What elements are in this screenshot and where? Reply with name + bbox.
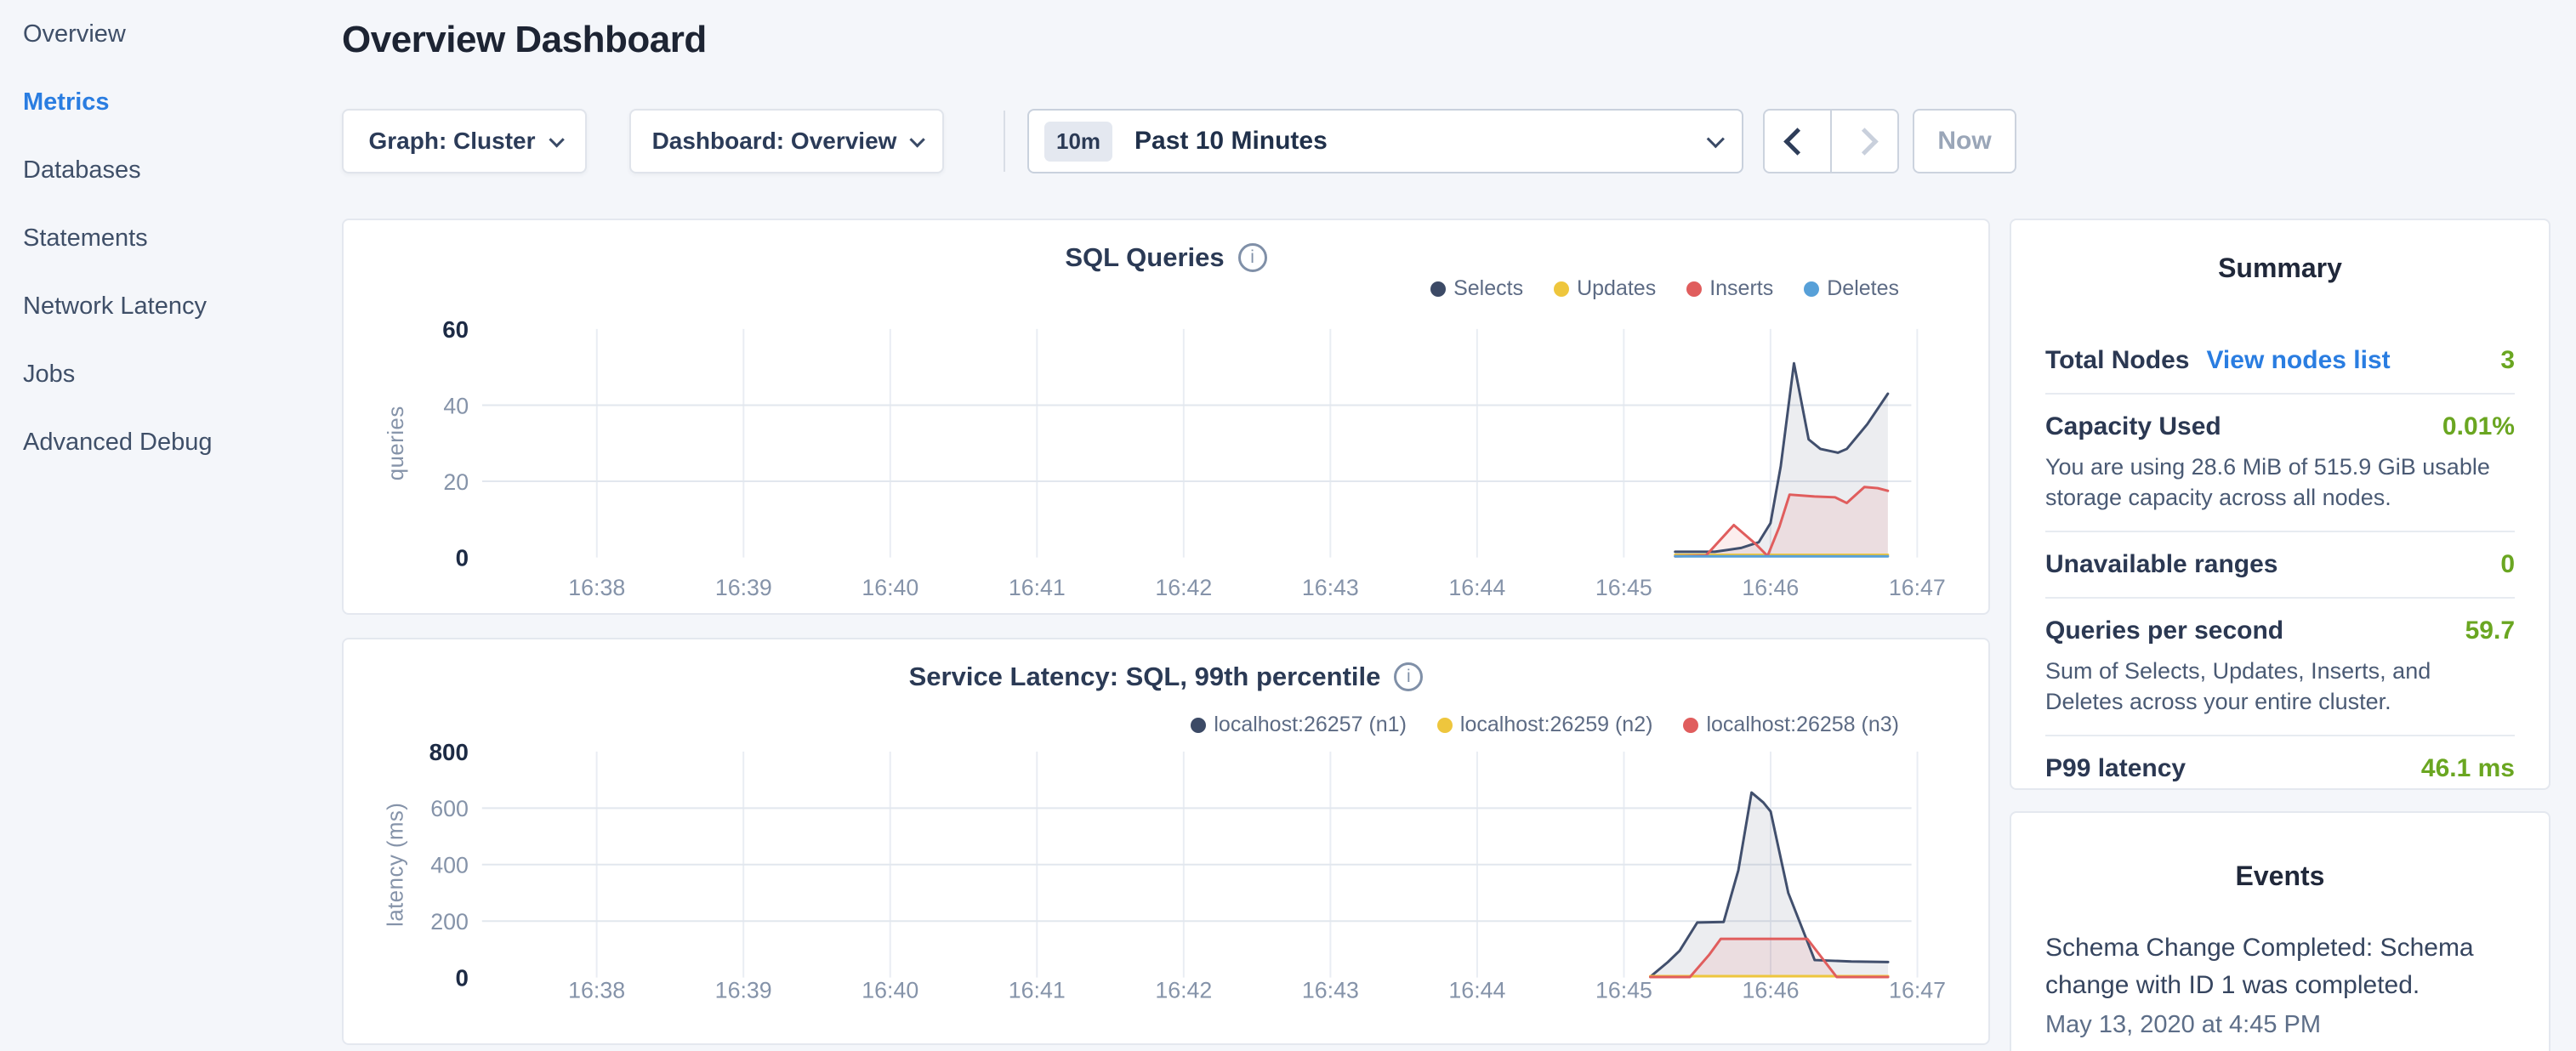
summary-label: Queries per second [2045, 616, 2283, 645]
summary-label: Capacity Used [2045, 412, 2221, 441]
dashboard-dropdown[interactable]: Dashboard: Overview [629, 109, 944, 173]
chevron-down-icon [549, 132, 564, 147]
app-root: Overview Metrics Databases Statements Ne… [0, 0, 2576, 1051]
chevron-left-icon [1783, 128, 1811, 156]
event-timestamp: May 13, 2020 at 4:45 PM [2045, 1011, 2515, 1039]
summary-subtext: You are using 28.6 MiB of 515.9 GiB usab… [2045, 452, 2515, 513]
svg-text:16:38: 16:38 [568, 977, 625, 1003]
svg-text:16:38: 16:38 [568, 575, 625, 600]
svg-text:16:40: 16:40 [862, 977, 918, 1003]
summary-label: Unavailable ranges [2045, 550, 2277, 579]
svg-text:16:46: 16:46 [1742, 575, 1799, 600]
sql-queries-chart[interactable]: 16:38 16:39 16:40 16:41 16:42 16:43 16:44 16:45… [344, 220, 1988, 613]
summary-panel: Summary Total Nodes View nodes list 3 Ca… [2010, 219, 2550, 790]
sidebar-item-jobs[interactable]: Jobs [23, 340, 312, 408]
svg-text:16:41: 16:41 [1009, 977, 1066, 1003]
svg-text:16:47: 16:47 [1889, 977, 1946, 1003]
sidebar-item-metrics[interactable]: Metrics [23, 68, 312, 136]
summary-subtext: Sum of Selects, Updates, Inserts, and De… [2045, 656, 2515, 717]
svg-text:16:46: 16:46 [1743, 977, 1800, 1003]
summary-value: 0 [2500, 550, 2515, 579]
summary-row-p99-latency: P99 latency 46.1 ms [2045, 736, 2515, 801]
sidebar-item-advanced-debug[interactable]: Advanced Debug [23, 408, 312, 476]
svg-text:16:41: 16:41 [1009, 575, 1066, 600]
summary-row-total-nodes: Total Nodes View nodes list 3 [2045, 328, 2515, 393]
summary-rows: Total Nodes View nodes list 3 Capacity U… [2045, 328, 2515, 801]
now-button[interactable]: Now [1913, 109, 2016, 173]
summary-value: 3 [2500, 346, 2515, 375]
controls-separator [1004, 111, 1005, 172]
svg-text:0: 0 [456, 544, 469, 571]
sidebar: Overview Metrics Databases Statements Ne… [23, 0, 312, 476]
service-latency-chart[interactable]: 16:38 16:39 16:40 16:41 16:42 16:43 16:44 16:45… [344, 639, 1988, 1043]
summary-label: Total Nodes [2045, 346, 2189, 375]
chevron-down-icon [910, 132, 925, 147]
summary-row-queries-per-second: Queries per second 59.7 Sum of Selects, … [2045, 599, 2515, 735]
service-latency-card: Service Latency: SQL, 99th percentile i … [342, 638, 1990, 1045]
time-step-back-button[interactable] [1765, 111, 1830, 172]
svg-text:20: 20 [443, 469, 469, 495]
sidebar-item-overview[interactable]: Overview [23, 0, 312, 68]
dashboard-dropdown-label: Dashboard: Overview [652, 128, 897, 155]
right-sidebar: Summary Total Nodes View nodes list 3 Ca… [2010, 219, 2550, 1051]
summary-title: Summary [2045, 220, 2515, 284]
svg-text:queries: queries [384, 406, 408, 480]
time-range-selector[interactable]: 10m Past 10 Minutes [1027, 109, 1743, 173]
svg-text:latency (ms): latency (ms) [384, 803, 408, 927]
sidebar-item-statements[interactable]: Statements [23, 204, 312, 272]
events-panel: Events Schema Change Completed: Schema c… [2010, 811, 2550, 1051]
graph-dropdown[interactable]: Graph: Cluster [342, 109, 587, 173]
svg-text:16:39: 16:39 [715, 977, 772, 1003]
svg-text:16:43: 16:43 [1302, 977, 1359, 1003]
sidebar-item-network-latency[interactable]: Network Latency [23, 272, 312, 340]
summary-label: P99 latency [2045, 754, 2186, 783]
svg-text:600: 600 [430, 796, 469, 821]
chevron-down-icon [1707, 130, 1725, 148]
svg-text:16:39: 16:39 [715, 575, 772, 600]
view-nodes-list-link[interactable]: View nodes list [2206, 346, 2390, 375]
svg-text:16:45: 16:45 [1595, 575, 1652, 600]
svg-text:200: 200 [430, 909, 469, 935]
main-content: Overview Dashboard Graph: Cluster Dashbo… [342, 0, 1990, 1051]
svg-text:40: 40 [443, 393, 469, 418]
sidebar-item-databases[interactable]: Databases [23, 136, 312, 204]
controls-bar: Graph: Cluster Dashboard: Overview 10m P… [342, 109, 1990, 173]
page-title: Overview Dashboard [342, 19, 707, 61]
time-step-buttons [1763, 109, 1899, 173]
time-range-label: Past 10 Minutes [1134, 127, 1707, 156]
svg-text:60: 60 [442, 316, 469, 343]
summary-row-capacity-used: Capacity Used 0.01% You are using 28.6 M… [2045, 395, 2515, 531]
svg-text:0: 0 [455, 965, 468, 991]
events-title: Events [2045, 813, 2515, 892]
event-text: Schema Change Completed: Schema change w… [2045, 929, 2515, 1004]
chevron-right-icon [1851, 128, 1879, 156]
svg-text:16:44: 16:44 [1448, 575, 1505, 600]
svg-text:16:44: 16:44 [1448, 977, 1505, 1003]
svg-text:16:40: 16:40 [862, 575, 918, 600]
svg-text:16:47: 16:47 [1889, 575, 1946, 600]
sql-queries-card: SQL Queries i Selects Updates Inserts [342, 219, 1990, 615]
time-range-badge: 10m [1044, 122, 1112, 162]
svg-text:16:42: 16:42 [1155, 977, 1212, 1003]
summary-value: 59.7 [2465, 616, 2515, 645]
svg-text:16:45: 16:45 [1595, 977, 1652, 1003]
summary-value: 0.01% [2442, 412, 2515, 441]
summary-value: 46.1 ms [2421, 754, 2515, 783]
graph-dropdown-label: Graph: Cluster [368, 128, 535, 155]
svg-text:400: 400 [430, 853, 469, 878]
svg-text:16:43: 16:43 [1302, 575, 1359, 600]
svg-text:800: 800 [429, 739, 469, 765]
svg-text:16:42: 16:42 [1155, 575, 1212, 600]
time-step-forward-button[interactable] [1830, 111, 1897, 172]
event-item[interactable]: Schema Change Completed: Schema change w… [2045, 929, 2515, 1039]
summary-row-unavailable-ranges: Unavailable ranges 0 [2045, 532, 2515, 597]
